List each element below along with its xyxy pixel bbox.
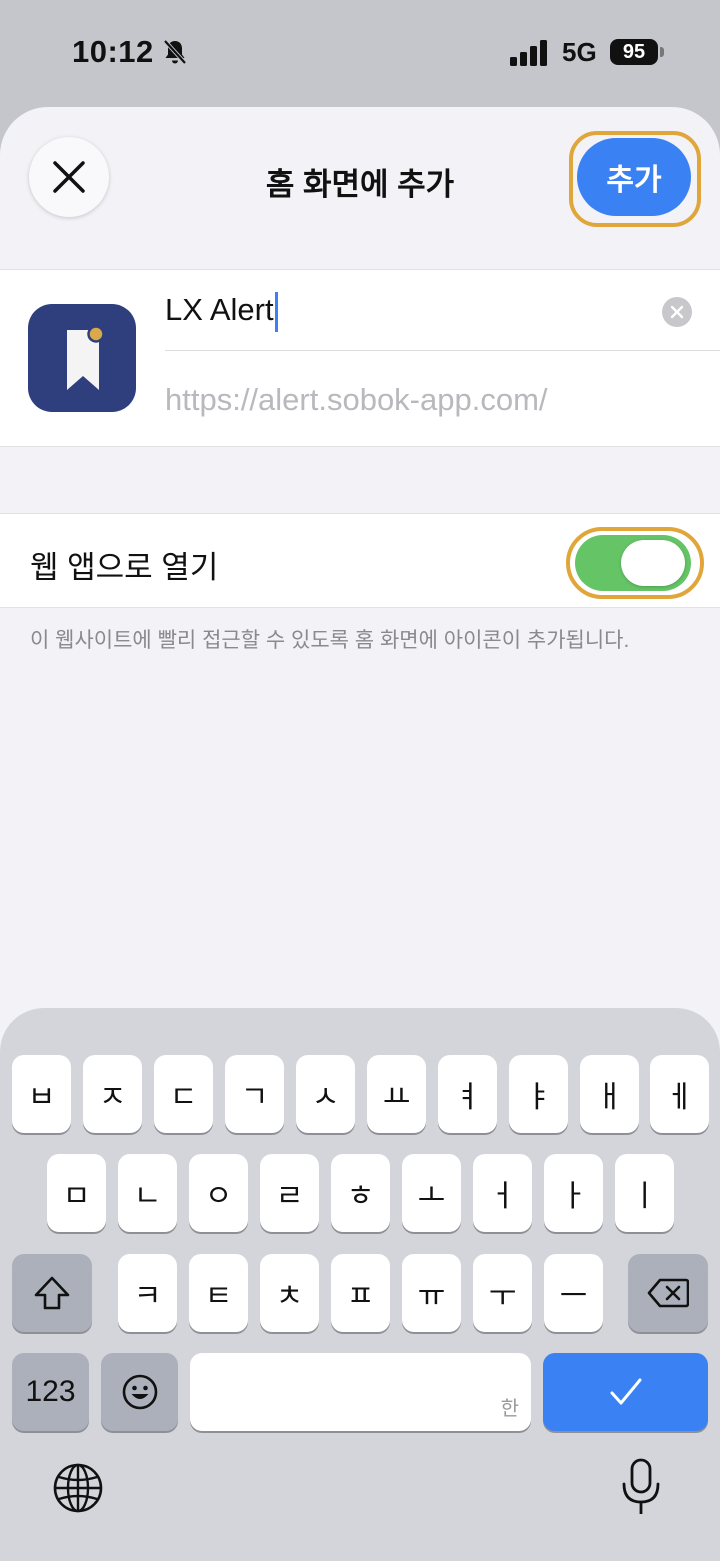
key[interactable]: ㅏ <box>544 1154 603 1232</box>
space-language-hint: 한 <box>500 1398 519 1420</box>
clear-icon <box>670 305 684 319</box>
footnote-text: 이 웹사이트에 빨리 접근할 수 있도록 홈 화면에 아이콘이 추가됩니다. <box>30 629 630 652</box>
app-name-input[interactable]: LX Alert <box>165 292 278 332</box>
key[interactable]: ㅠ <box>402 1254 461 1332</box>
app-name-value: LX Alert <box>165 292 274 328</box>
app-info-card: LX Alert https://alert.sobok-app.com/ <box>0 269 720 447</box>
key[interactable]: ㅅ <box>296 1055 355 1133</box>
key[interactable]: ㅍ <box>331 1254 390 1332</box>
text-caret <box>274 292 278 332</box>
key[interactable]: ㅑ <box>509 1055 568 1133</box>
key[interactable]: ㅋ <box>118 1254 177 1332</box>
key[interactable]: ㄷ <box>154 1055 213 1133</box>
key[interactable]: ㅌ <box>189 1254 248 1332</box>
emoji-icon <box>122 1374 157 1410</box>
shift-key[interactable] <box>12 1254 92 1332</box>
network-type: 5G <box>562 37 597 67</box>
keyboard: ㅂ ㅈ ㄷ ㄱ ㅅ ㅛ ㅕ ㅑ ㅐ ㅔ ㅁ ㄴ ㅇ ㄹ ㅎ ㅗ ㅓ ㅏ ㅣ ㅋ … <box>0 1008 720 1561</box>
toggle-knob <box>621 540 685 586</box>
key[interactable]: ㅜ <box>473 1254 532 1332</box>
key[interactable]: ㅐ <box>580 1055 639 1133</box>
key[interactable]: ㄴ <box>118 1154 177 1232</box>
clear-text-button[interactable] <box>662 297 692 327</box>
microphone-icon[interactable] <box>620 1458 662 1518</box>
globe-icon[interactable] <box>52 1462 104 1514</box>
key[interactable]: ㅁ <box>47 1154 106 1232</box>
key[interactable]: ㅈ <box>83 1055 142 1133</box>
key[interactable]: ㅣ <box>615 1154 674 1232</box>
web-app-toggle[interactable] <box>575 535 691 591</box>
key[interactable]: ㅊ <box>260 1254 319 1332</box>
space-key[interactable]: 한 <box>190 1353 531 1431</box>
web-app-row: 웹 앱으로 열기 <box>0 513 720 608</box>
web-app-label: 웹 앱으로 열기 <box>30 550 219 585</box>
delete-key[interactable] <box>628 1254 708 1332</box>
shift-icon <box>34 1276 70 1310</box>
key[interactable]: ㅎ <box>331 1154 390 1232</box>
key[interactable]: ㅔ <box>650 1055 709 1133</box>
key[interactable]: ㅗ <box>402 1154 461 1232</box>
field-divider <box>165 350 720 351</box>
key[interactable]: ㅛ <box>367 1055 426 1133</box>
add-button[interactable]: 추가 <box>577 138 691 216</box>
app-icon <box>28 304 136 412</box>
bookmark-icon <box>67 325 105 390</box>
key[interactable]: ㅕ <box>438 1055 497 1133</box>
status-time: 10:12 <box>72 34 154 69</box>
battery-level: 95 <box>610 39 658 65</box>
checkmark-icon <box>610 1378 641 1405</box>
delete-icon <box>647 1278 689 1308</box>
key[interactable]: ㅇ <box>189 1154 248 1232</box>
key[interactable]: ㄱ <box>225 1055 284 1133</box>
numbers-key[interactable]: 123 <box>12 1353 89 1431</box>
key[interactable]: ㅓ <box>473 1154 532 1232</box>
bell-slash-icon <box>163 39 187 65</box>
done-key[interactable] <box>543 1353 708 1431</box>
key[interactable]: ㅡ <box>544 1254 603 1332</box>
cellular-signal-icon <box>510 40 547 66</box>
status-bar: 10:12 5G 95 <box>0 0 720 105</box>
emoji-key[interactable] <box>101 1353 178 1431</box>
key[interactable]: ㅂ <box>12 1055 71 1133</box>
key[interactable]: ㄹ <box>260 1154 319 1232</box>
battery-tip <box>660 47 664 57</box>
app-url: https://alert.sobok-app.com/ <box>165 382 548 417</box>
